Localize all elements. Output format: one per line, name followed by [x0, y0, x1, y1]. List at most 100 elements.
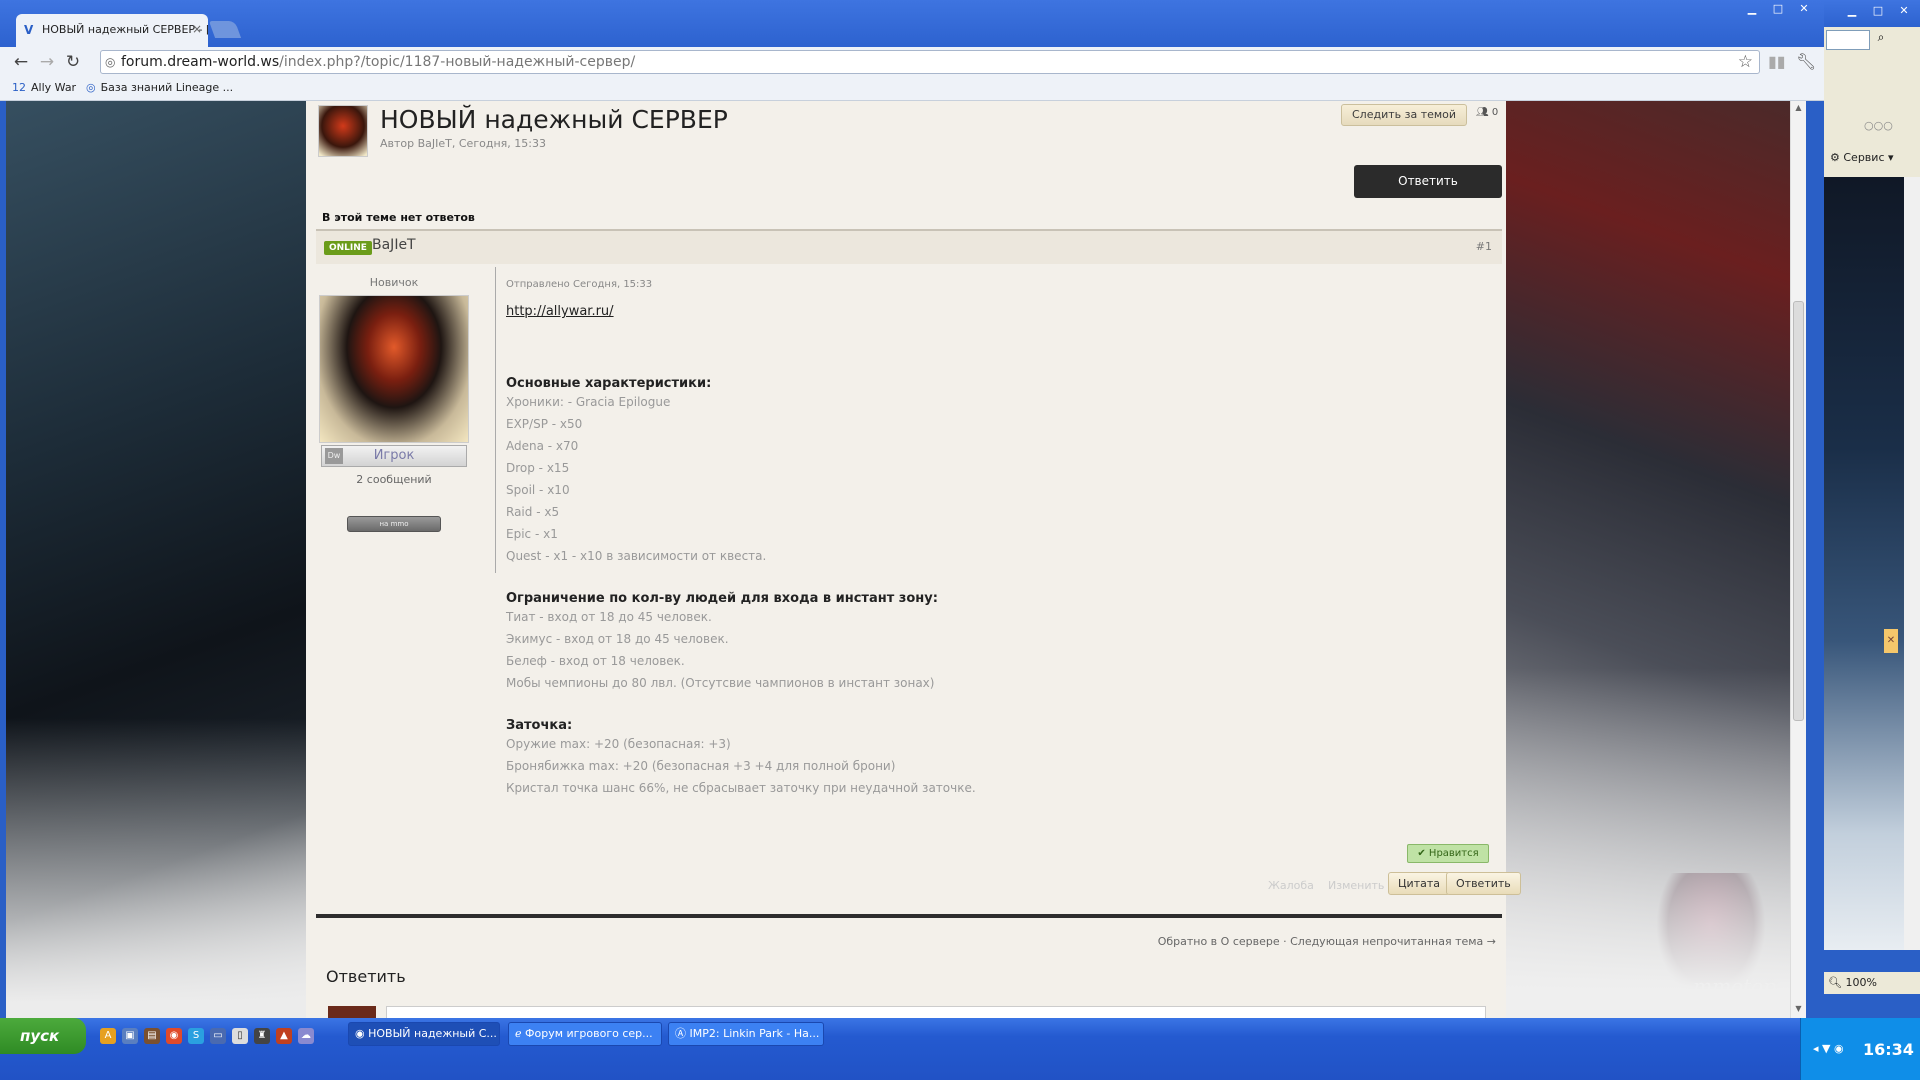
close-icon[interactable]: ✕	[1892, 4, 1916, 20]
zoom-level: 100%	[1845, 976, 1877, 989]
report-link[interactable]: Жалоба	[1268, 879, 1314, 892]
aimp-icon: Ⓐ	[675, 1027, 686, 1040]
maximize-icon[interactable]: □	[1866, 4, 1890, 20]
section-title: Заточка:	[506, 718, 573, 733]
bookmark-lineage-kb[interactable]: ◎ База знаний Lineage ...	[86, 81, 233, 94]
user-avatar[interactable]	[319, 295, 469, 443]
start-label: пуск	[20, 1027, 60, 1045]
quicklaunch-cloud-icon[interactable]: ☁	[298, 1028, 314, 1044]
post-number[interactable]: #1	[1476, 240, 1492, 253]
ie-popup-close-icon[interactable]: ✕	[1884, 629, 1898, 653]
wrench-menu-icon[interactable]: 🔧︎	[1796, 52, 1816, 71]
mmotop-logo[interactable]: mmotop	[1693, 974, 1776, 998]
topic-navigation-links[interactable]: Обратно в О сервере · Следующая непрочит…	[1158, 935, 1496, 948]
page-scrollbar[interactable]: ▲ ▼	[1790, 101, 1806, 1018]
taskbar-item-ie[interactable]: ℯ Форум игрового сер...	[508, 1022, 662, 1046]
page-stats-icon[interactable]: ▮▮	[1768, 52, 1786, 71]
bookmark-label: База знаний Lineage ...	[100, 81, 234, 94]
reply-topic-button[interactable]: Ответить	[1354, 165, 1502, 198]
close-icon[interactable]: ✕	[1792, 2, 1816, 18]
forward-arrow-icon[interactable]: →	[36, 51, 58, 73]
quicklaunch-skype-icon[interactable]: S	[188, 1028, 204, 1044]
user-group-bar: Dw Игрок	[321, 445, 467, 467]
followers-icon: 👥︎	[1476, 107, 1489, 118]
tray-icons[interactable]: ◂ ▼ ◉	[1813, 1042, 1844, 1055]
quicklaunch-notepad-icon[interactable]: ▯	[232, 1028, 248, 1044]
follow-topic-button[interactable]: Следить за темой	[1341, 104, 1468, 126]
tab-title: НОВЫЙ надежный СЕРВЕР - [	[42, 23, 208, 36]
post-date: Отправлено Сегодня, 15:33	[506, 279, 653, 290]
reply-heading: Ответить	[326, 967, 406, 986]
quicklaunch-book-icon[interactable]: ▤	[144, 1028, 160, 1044]
topic-author-avatar[interactable]	[318, 105, 368, 157]
quote-button[interactable]: Цитата	[1388, 872, 1450, 895]
bookmark-star-icon[interactable]: ☆	[1738, 52, 1753, 72]
ie-window-controls: ▁ □ ✕	[1840, 4, 1916, 20]
topic-meta: Автор BaJIeT, Сегодня, 15:33	[380, 137, 546, 150]
page-info-icon[interactable]: ◎	[105, 55, 115, 69]
post-line: Хроники: - Gracia Epilogue	[506, 395, 671, 409]
tab-close-icon[interactable]: ×	[192, 22, 202, 36]
reply-post-button[interactable]: Ответить	[1446, 872, 1521, 895]
scroll-down-icon[interactable]: ▼	[1793, 1004, 1804, 1016]
ie-more-icon[interactable]: ○○○	[1864, 119, 1893, 132]
taskbar-item-aimp[interactable]: Ⓐ IMP2: Linkin Park - На...	[668, 1022, 824, 1046]
quicklaunch-chrome-icon[interactable]: ◉	[166, 1028, 182, 1044]
maximize-icon[interactable]: □	[1766, 2, 1790, 18]
vote-button[interactable]: на mmo	[347, 516, 441, 532]
browser-titlebar: V НОВЫЙ надежный СЕРВЕР - [ × ▁ □ ✕	[0, 0, 1824, 47]
post-line: Epic - x1	[506, 527, 558, 541]
background-art-right: mmotop	[1506, 101, 1806, 1018]
edit-link[interactable]: Изменить	[1328, 879, 1384, 892]
post-link[interactable]: http://allywar.ru/	[506, 304, 614, 319]
task-label: Форум игрового сер...	[525, 1027, 653, 1040]
new-tab-button[interactable]	[208, 21, 242, 38]
minimize-icon[interactable]: ▁	[1740, 2, 1764, 18]
back-arrow-icon[interactable]: ←	[10, 51, 32, 73]
chrome-icon: ◉	[355, 1027, 365, 1040]
search-icon[interactable]: ⌕	[1872, 30, 1890, 50]
site-favicon-icon: V	[24, 23, 34, 37]
taskbar-item-chrome[interactable]: ◉ НОВЫЙ надежный С...	[348, 1022, 500, 1046]
quicklaunch-game-icon[interactable]: ♜	[254, 1028, 270, 1044]
post-line: Мобы чемпионы до 80 лвл. (Отсутсвие чамп…	[506, 676, 935, 690]
followers-count[interactable]: 👥︎ 0	[1476, 107, 1498, 118]
post-header: ONLINE BaJIeT #1	[316, 231, 1502, 264]
bookmark-ally-war[interactable]: 12 Ally War	[12, 81, 76, 94]
address-bar[interactable]: ◎ forum.dream-world.ws/index.php?/topic/…	[100, 50, 1760, 74]
scroll-up-icon[interactable]: ▲	[1793, 103, 1804, 115]
system-tray: ◂ ▼ ◉ 16:34	[1800, 1018, 1920, 1080]
ie-icon: ℯ	[515, 1027, 522, 1040]
start-button[interactable]: пуск	[0, 1018, 86, 1054]
check-icon: ✔	[1417, 848, 1426, 859]
browser-tab[interactable]: V НОВЫЙ надежный СЕРВЕР - [ ×	[16, 14, 208, 47]
quicklaunch-app-icon[interactable]: ▲	[276, 1028, 292, 1044]
user-post-count: 2 сообщений	[356, 473, 432, 486]
post-line: Кристал точка шанс 66%, не сбрасывает за…	[506, 781, 976, 795]
post-line: EXP/SP - x50	[506, 417, 583, 431]
post-line: Adena - x70	[506, 439, 579, 453]
forum-content: НОВЫЙ надежный СЕРВЕР Автор BaJIeT, Сего…	[306, 101, 1521, 1018]
tray-clock[interactable]: 16:34	[1863, 1040, 1914, 1059]
user-rank: Новичок	[369, 276, 419, 289]
online-badge: ONLINE	[324, 241, 372, 255]
ie-scrollbar[interactable]	[1904, 177, 1920, 950]
quicklaunch-aimp-icon[interactable]: A	[100, 1028, 116, 1044]
ie-search-input[interactable]	[1826, 30, 1870, 50]
ie-service-menu[interactable]: ⚙ Сервис ▾	[1830, 151, 1894, 164]
quicklaunch-computer-icon[interactable]: ▭	[210, 1028, 226, 1044]
scroll-thumb[interactable]	[1793, 301, 1804, 721]
post-line: Бронябижка max: +20 (безопасная +3 +4 дл…	[506, 759, 896, 773]
bookmark-globe-icon: ◎	[86, 81, 96, 94]
like-button[interactable]: ✔ Нравится	[1407, 844, 1489, 863]
browser-window: V НОВЫЙ надежный СЕРВЕР - [ × ▁ □ ✕ ← → …	[0, 0, 1824, 1018]
ie-zoom-status[interactable]: 🔍︎ 100%	[1824, 972, 1920, 994]
post-author[interactable]: BaJIeT	[372, 237, 416, 253]
reload-icon[interactable]: ↻	[62, 51, 84, 73]
quicklaunch-desktop-icon[interactable]: ▣	[122, 1028, 138, 1044]
minimize-icon[interactable]: ▁	[1840, 4, 1864, 20]
post-section-instances: Ограничение по кол-ву людей для входа в …	[506, 591, 1496, 694]
reply-editor[interactable]	[386, 1006, 1486, 1018]
post-line: Экимус - вход от 18 до 45 человек.	[506, 632, 729, 646]
task-label: НОВЫЙ надежный С...	[368, 1027, 497, 1040]
